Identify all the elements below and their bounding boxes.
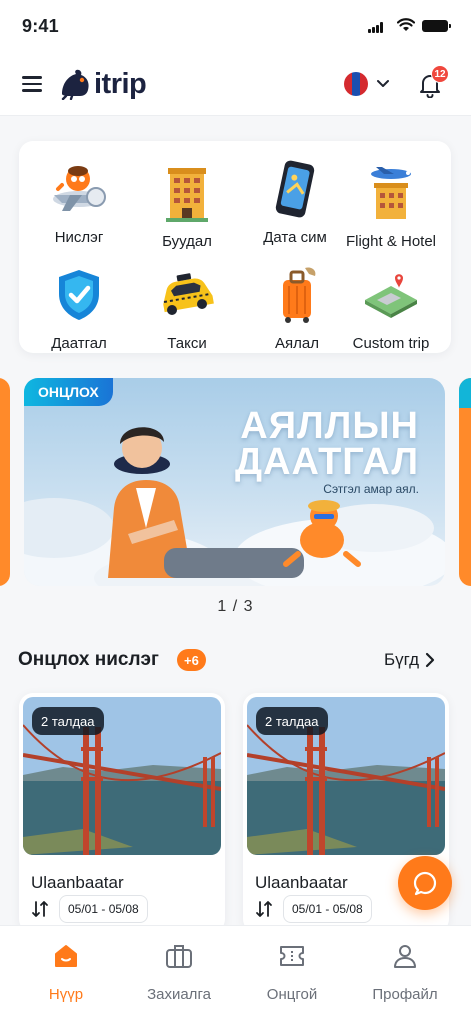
service-label: Нислэг <box>54 229 104 246</box>
chevron-right-icon <box>425 652 435 668</box>
swap-arrows-icon <box>256 901 272 917</box>
wifi-icon <box>397 18 415 31</box>
banner-tag: ОНЦЛОХ <box>24 378 113 406</box>
service-label: Дата сим <box>263 229 327 246</box>
swap-arrows-icon <box>32 901 48 917</box>
map-pin-icon <box>359 263 423 327</box>
service-custom-trip[interactable]: Custom trip <box>337 263 445 352</box>
service-label: Такси <box>167 335 207 352</box>
trip-type-badge: 2 талдаа <box>256 707 328 735</box>
banner-title: АЯЛЛЫН ДААТГАЛ <box>235 405 419 483</box>
banner-title-line1: АЯЛЛЫН <box>240 405 419 447</box>
services-grid: Нислэг Буудал Дата сим Flight & Hotel Да… <box>19 141 451 353</box>
tab-label: Нүүр <box>48 986 84 1003</box>
app-header: itrip 12 <box>0 52 471 116</box>
itrip-logo[interactable]: itrip <box>58 66 147 102</box>
phone-sim-icon <box>263 157 327 221</box>
service-label: Аялал <box>275 335 319 352</box>
cellular-signal-icon <box>368 22 384 33</box>
airplane-icon <box>47 157 111 221</box>
carousel-next-peek[interactable] <box>459 378 471 586</box>
service-label: Custom trip <box>352 335 430 352</box>
suitcase-icon <box>265 263 329 327</box>
carousel-pager: 1 / 3 <box>217 598 254 615</box>
shield-check-icon <box>47 263 111 327</box>
destination-city: Ulaanbaatar <box>255 873 348 892</box>
hotel-building-icon <box>155 161 219 225</box>
banner-title-line2: ДААТГАЛ <box>235 441 419 483</box>
count-badge: +6 <box>177 649 206 671</box>
service-label: Буудал <box>162 233 212 250</box>
service-label: Даатгал <box>51 335 107 352</box>
hamburger-menu-icon[interactable] <box>22 76 42 92</box>
section-title: Онцлох нислэг <box>18 649 159 670</box>
see-all-label: Бүгд <box>384 650 420 669</box>
service-trip[interactable]: Аялал <box>249 263 345 352</box>
promo-banner[interactable]: АЯЛЛЫН ДААТГАЛ Сэтгэл амар аял. <box>24 378 445 586</box>
service-taxi[interactable]: Такси <box>133 263 241 352</box>
service-data-sim[interactable]: Дата сим <box>241 157 349 246</box>
tab-label: Захиалга <box>147 986 211 1003</box>
chat-fab-button[interactable] <box>398 856 452 910</box>
flight-card[interactable]: 2 талдаа Ulaanbaatar 05/01 - 05/08 <box>19 693 225 933</box>
service-hotel[interactable]: Буудал <box>133 161 241 250</box>
banner-subtitle: Сэтгэл амар аял. <box>323 482 419 496</box>
see-all-link[interactable]: Бүгд <box>384 650 435 670</box>
tab-home[interactable]: Нүүр <box>7 940 125 1003</box>
mongolia-flag-icon <box>344 72 368 96</box>
bottom-tab-bar: Нүүр Захиалга Онцгой Профайл <box>0 925 471 1024</box>
language-selector[interactable] <box>344 72 390 96</box>
destination-city: Ulaanbaatar <box>31 873 124 892</box>
service-flight-hotel[interactable]: Flight & Hotel <box>337 161 445 250</box>
chat-bubble-icon <box>413 871 437 896</box>
ticket-icon <box>280 946 304 966</box>
date-range: 05/01 - 05/08 <box>59 895 148 923</box>
battery-icon <box>422 20 451 32</box>
logo-mascot-icon <box>61 69 89 100</box>
tab-label: Профайл <box>372 986 438 1003</box>
trip-type-badge: 2 талдаа <box>32 707 104 735</box>
status-bar: 9:41 <box>0 0 471 52</box>
user-icon <box>394 945 416 968</box>
home-icon <box>55 945 77 967</box>
tab-profile[interactable]: Профайл <box>346 940 464 1003</box>
briefcase-icon <box>166 945 192 968</box>
notification-badge: 12 <box>431 65 449 83</box>
status-time: 9:41 <box>22 16 59 36</box>
tab-bookings[interactable]: Захиалга <box>120 940 238 1003</box>
service-flight[interactable]: Нислэг <box>25 157 133 246</box>
taxi-icon <box>155 263 219 327</box>
flight-hotel-icon <box>359 161 423 225</box>
chevron-down-icon <box>377 80 389 87</box>
tab-special[interactable]: Онцгой <box>233 940 351 1003</box>
logo-text: itrip <box>94 67 147 100</box>
date-range: 05/01 - 05/08 <box>283 895 372 923</box>
carousel-prev-peek[interactable] <box>0 378 10 586</box>
tab-label: Онцгой <box>266 986 318 1003</box>
service-insurance[interactable]: Даатгал <box>25 263 133 352</box>
service-label: Flight & Hotel <box>345 233 437 250</box>
